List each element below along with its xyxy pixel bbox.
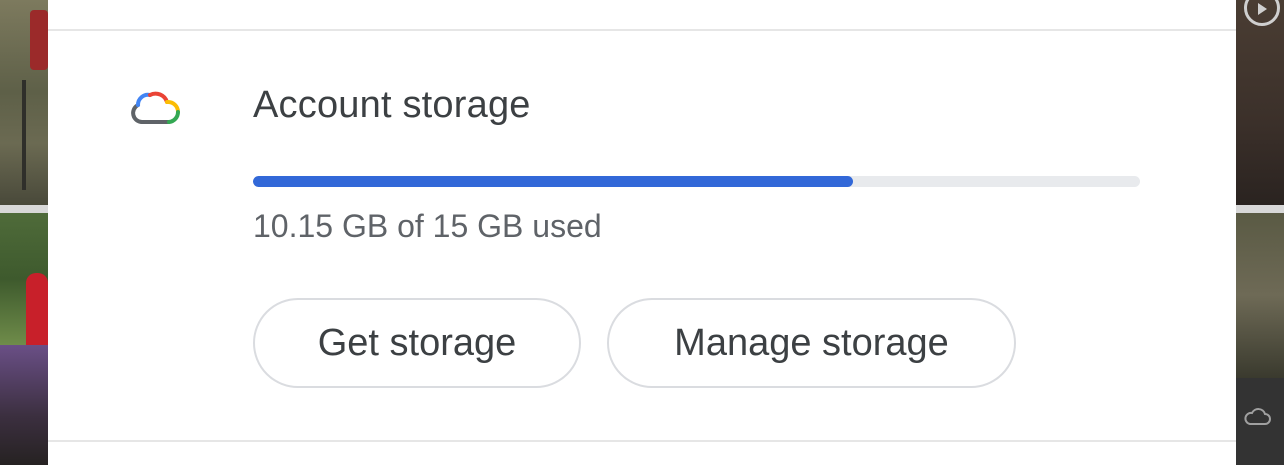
account-storage-card: Account storage 10.15 GB of 15 GB used G… <box>48 0 1236 465</box>
storage-progress-bar <box>253 176 1140 187</box>
background-photo <box>0 213 48 345</box>
background-photo <box>1236 378 1284 465</box>
manage-storage-button[interactable]: Manage storage <box>607 298 1016 388</box>
storage-title: Account storage <box>253 84 531 126</box>
cloud-icon <box>131 91 181 124</box>
divider <box>48 440 1236 442</box>
storage-usage-text: 10.15 GB of 15 GB used <box>253 208 602 244</box>
storage-progress-fill <box>253 176 854 187</box>
divider <box>48 29 1236 31</box>
background-photo <box>1236 213 1284 378</box>
play-icon <box>1244 0 1280 26</box>
background-photos-left <box>0 0 48 465</box>
get-storage-button[interactable]: Get storage <box>253 298 581 388</box>
background-photo <box>0 345 48 465</box>
background-photo <box>1236 0 1284 205</box>
background-photos-right <box>1236 0 1284 465</box>
background-photo <box>0 0 48 205</box>
cloud-outline-icon <box>1244 408 1271 425</box>
